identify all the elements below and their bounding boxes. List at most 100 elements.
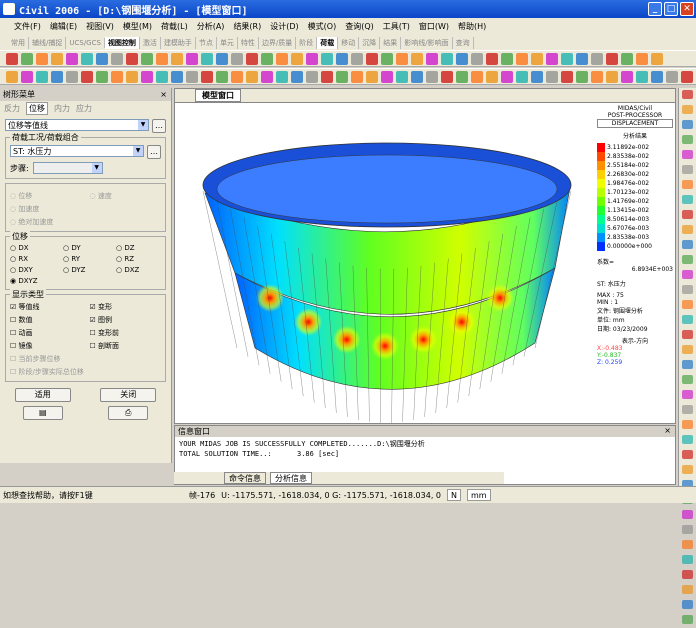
toolbar-icon[interactable] <box>216 53 228 65</box>
toolbar-icon[interactable] <box>651 53 663 65</box>
side-tool-icon[interactable] <box>682 405 693 414</box>
disp-radio-dxz[interactable]: ○ DXZ <box>116 266 161 274</box>
show-check-1[interactable]: ☑ 变形 <box>90 302 162 312</box>
side-tool-icon[interactable] <box>682 270 693 279</box>
toolbar-icon[interactable] <box>336 53 348 65</box>
show-check-6[interactable]: ☐ 镜像 <box>10 341 82 351</box>
toolbar-icon[interactable] <box>681 71 693 83</box>
menu-item-8[interactable]: 模式(O) <box>308 21 337 32</box>
toolbar-icon[interactable] <box>531 71 543 83</box>
disp-radio-rx[interactable]: ○ RX <box>10 255 55 263</box>
toolbar-icon[interactable] <box>291 53 303 65</box>
ribbon-tab-11[interactable]: 荷载 <box>317 37 338 49</box>
toolbar-icon[interactable] <box>561 53 573 65</box>
motion-radio-2[interactable]: ◌ 加速度 <box>10 204 161 214</box>
side-tool-icon[interactable] <box>682 135 693 144</box>
toolbar-icon[interactable] <box>111 53 123 65</box>
toolbar-icon[interactable] <box>351 53 363 65</box>
toolbar-icon[interactable] <box>6 53 18 65</box>
ribbon-tab-0[interactable]: 常用 <box>8 37 29 49</box>
toolbar-icon[interactable] <box>246 71 258 83</box>
side-tool-icon[interactable] <box>682 300 693 309</box>
model-window[interactable]: 模型窗口 MIDAS/Civil POST-PROCESSOR DISPLACE… <box>174 88 676 424</box>
toolbar-icon[interactable] <box>231 71 243 83</box>
toolbar-icon[interactable] <box>456 53 468 65</box>
disp-radio-dx[interactable]: ○ DX <box>10 244 55 252</box>
show-check-7[interactable]: ☐ 剖断面 <box>90 341 162 351</box>
ribbon-tab-14[interactable]: 结果 <box>380 37 401 49</box>
stage-check-1[interactable]: ☐ 阶段/步骤实际总位移 <box>10 367 161 377</box>
toolbar-icon[interactable] <box>351 71 363 83</box>
ribbon-tab-6[interactable]: 节点 <box>196 37 217 49</box>
show-check-5[interactable]: ☐ 变形前 <box>90 328 162 338</box>
toolbar-icon[interactable] <box>531 53 543 65</box>
toolbar-icon[interactable] <box>96 71 108 83</box>
toolbar-icon[interactable] <box>261 53 273 65</box>
step-select[interactable]: ▼ <box>33 162 103 174</box>
toolbar-icon[interactable] <box>516 71 528 83</box>
side-tool-icon[interactable] <box>682 105 693 114</box>
toolbar-icon[interactable] <box>426 53 438 65</box>
side-tool-icon[interactable] <box>682 150 693 159</box>
toolbar-icon[interactable] <box>546 71 558 83</box>
toolbar-icon[interactable] <box>411 53 423 65</box>
close-panel-button[interactable]: 关闭 <box>100 388 156 402</box>
disp-radio-dxy[interactable]: ○ DXY <box>10 266 55 274</box>
toolbar-icon[interactable] <box>306 53 318 65</box>
side-tool-icon[interactable] <box>682 210 693 219</box>
side-tool-icon[interactable] <box>682 555 693 564</box>
tab-0[interactable]: 反力 <box>4 103 20 114</box>
toolbar-icon[interactable] <box>201 71 213 83</box>
ribbon-tab-13[interactable]: 沉降 <box>359 37 380 49</box>
toolbar-icon[interactable] <box>126 71 138 83</box>
message-tab-1[interactable]: 分析信息 <box>270 472 312 484</box>
toolbar-icon[interactable] <box>471 71 483 83</box>
toolbar-icon[interactable] <box>36 53 48 65</box>
side-tool-icon[interactable] <box>682 465 693 474</box>
ribbon-tab-16[interactable]: 查询 <box>453 37 474 49</box>
toolbar-icon[interactable] <box>141 53 153 65</box>
toolbar-icon[interactable] <box>6 71 18 83</box>
ribbon-tab-5[interactable]: 建模助手 <box>161 37 196 49</box>
toolbar-icon[interactable] <box>636 53 648 65</box>
message-tab-0[interactable]: 命令信息 <box>224 472 266 484</box>
menu-item-7[interactable]: 设计(D) <box>270 21 298 32</box>
more-button[interactable]: … <box>152 119 166 133</box>
toolbar-icon[interactable] <box>51 71 63 83</box>
toolbar-icon[interactable] <box>21 71 33 83</box>
toolbar-icon[interactable] <box>426 71 438 83</box>
toolbar-icon[interactable] <box>396 71 408 83</box>
motion-radio-0[interactable]: ◌ 位移 <box>10 191 82 201</box>
toolbar-icon[interactable] <box>516 53 528 65</box>
side-tool-icon[interactable] <box>682 345 693 354</box>
toolbar-icon[interactable] <box>201 53 213 65</box>
toolbar-icon[interactable] <box>651 71 663 83</box>
side-tool-icon[interactable] <box>682 165 693 174</box>
side-tool-icon[interactable] <box>682 450 693 459</box>
toolbar-icon[interactable] <box>486 53 498 65</box>
axis-select[interactable]: N <box>447 489 461 501</box>
toolbar-icon[interactable] <box>471 53 483 65</box>
menu-item-9[interactable]: 查询(Q) <box>345 21 374 32</box>
result-type-select[interactable]: 位移等值线▼ <box>5 119 149 131</box>
toolbar-icon[interactable] <box>546 53 558 65</box>
toolbar-icon[interactable] <box>261 71 273 83</box>
disp-radio-dxyz[interactable]: ◉ DXYZ <box>10 277 161 285</box>
toolbar-icon[interactable] <box>396 53 408 65</box>
toolbar-icon[interactable] <box>171 53 183 65</box>
ribbon-tab-8[interactable]: 特性 <box>238 37 259 49</box>
show-check-4[interactable]: ☐ 动画 <box>10 328 82 338</box>
menu-item-2[interactable]: 视图(V) <box>86 21 114 32</box>
ribbon-tab-10[interactable]: 阶段 <box>296 37 317 49</box>
toolbar-icon[interactable] <box>291 71 303 83</box>
tab-3[interactable]: 应力 <box>76 103 92 114</box>
stage-check-0[interactable]: ☐ 当前步骤位移 <box>10 354 161 364</box>
side-tool-icon[interactable] <box>682 195 693 204</box>
toolbar-icon[interactable] <box>186 71 198 83</box>
disp-radio-dyz[interactable]: ○ DYZ <box>63 266 108 274</box>
toolbar-icon[interactable] <box>441 53 453 65</box>
toolbar-icon[interactable] <box>441 71 453 83</box>
side-tool-icon[interactable] <box>682 240 693 249</box>
toolbar-icon[interactable] <box>96 53 108 65</box>
toolbar-icon[interactable] <box>36 71 48 83</box>
